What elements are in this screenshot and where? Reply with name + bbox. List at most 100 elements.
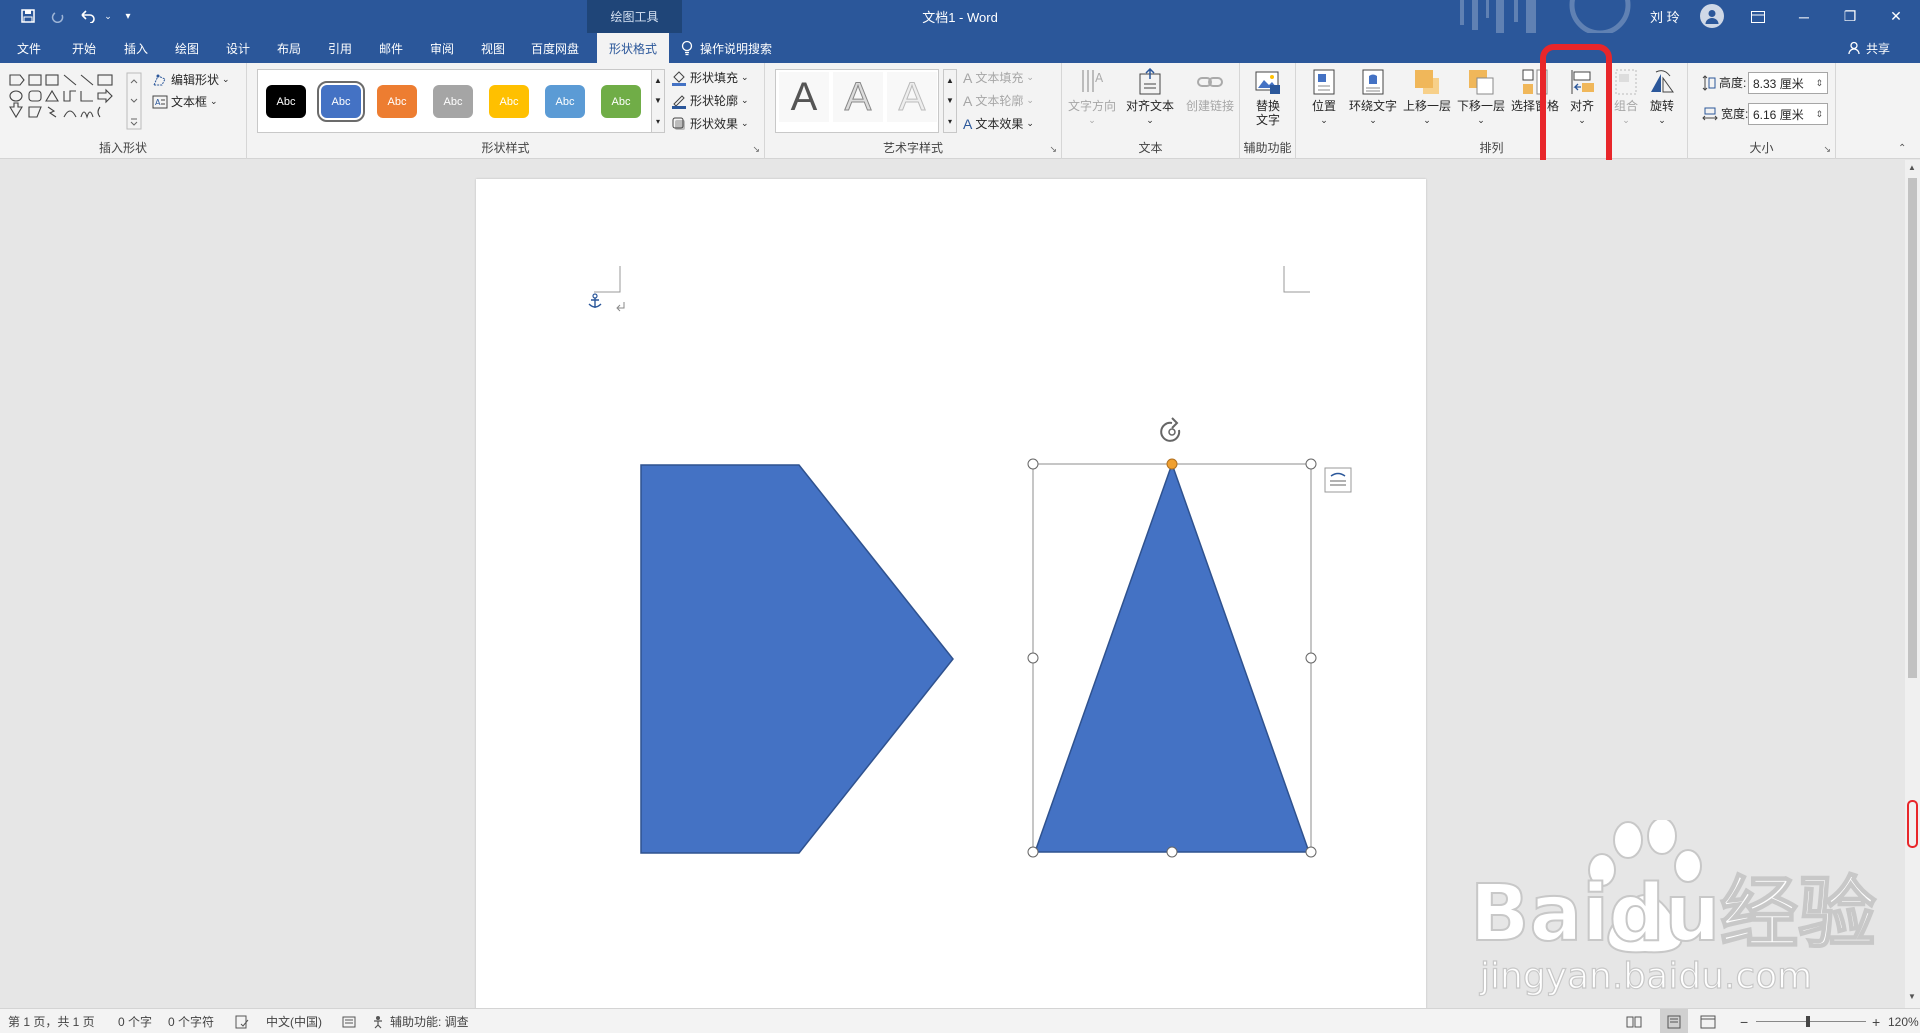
minimize-button[interactable]: ─ — [1781, 0, 1827, 33]
wordart-style[interactable]: A — [779, 72, 829, 122]
align-text-button[interactable]: 对齐文本 ⌄ — [1124, 67, 1176, 127]
close-button[interactable]: ✕ — [1873, 0, 1919, 33]
chevron-down-icon[interactable]: ▼ — [654, 96, 662, 105]
ribbon-display-options-icon[interactable] — [1735, 0, 1781, 33]
tab-mailings[interactable]: 邮件 — [369, 33, 413, 63]
language-indicator[interactable]: 中文(中国) — [266, 1009, 322, 1033]
zoom-out-button[interactable]: − — [1740, 1009, 1748, 1033]
share-button[interactable]: 共享 — [1848, 33, 1890, 63]
page-count[interactable]: 第 1 页，共 1 页 — [8, 1009, 95, 1033]
text-outline-button[interactable]: A 文本轮廓 ⌄ — [963, 92, 1034, 109]
spinner-icon[interactable]: ⇕ — [1815, 78, 1823, 89]
shape-style-swatch[interactable]: Abc — [433, 85, 473, 118]
create-link-button[interactable]: 创建链接 — [1182, 67, 1238, 113]
gallery-scroll-buttons[interactable]: ▲ ▼ ▾ — [651, 69, 665, 133]
chevron-up-icon[interactable]: ▲ — [654, 76, 662, 85]
rotate-button[interactable]: 旋转 ⌄ — [1638, 67, 1686, 127]
shape-style-swatch[interactable]: Abc — [489, 85, 529, 118]
zoom-in-button[interactable]: + — [1872, 1009, 1880, 1033]
resize-handle[interactable] — [1027, 458, 1039, 470]
zoom-slider-thumb[interactable] — [1806, 1016, 1810, 1027]
word-count[interactable]: 0 个字 — [118, 1009, 152, 1033]
tab-insert[interactable]: 插入 — [114, 33, 158, 63]
zoom-slider[interactable] — [1756, 1021, 1866, 1022]
shape-style-swatch[interactable]: Abc — [545, 85, 585, 118]
chevron-down-icon[interactable]: ▼ — [946, 96, 954, 105]
tab-file[interactable]: 文件 — [8, 33, 50, 63]
zoom-level[interactable]: 120% — [1888, 1009, 1919, 1033]
resize-handle[interactable] — [1305, 652, 1317, 664]
dialog-launcher-icon[interactable]: ↘ — [1823, 144, 1831, 155]
edit-shape-button[interactable]: 编辑形状 ⌄ — [152, 71, 230, 88]
triangle-shape[interactable] — [1033, 461, 1311, 853]
height-input[interactable]: 8.33 厘米 ⇕ — [1748, 72, 1828, 94]
tab-layout[interactable]: 布局 — [267, 33, 311, 63]
restore-button[interactable]: ❐ — [1827, 0, 1873, 33]
text-box-button[interactable]: A 文本框 ⌄ — [152, 93, 218, 110]
scroll-down-icon[interactable]: ▼ — [1908, 992, 1916, 1001]
print-layout-icon[interactable] — [1660, 1009, 1688, 1033]
resize-handle[interactable] — [1166, 846, 1178, 858]
shape-style-swatch[interactable]: Abc — [266, 85, 306, 118]
text-fill-button[interactable]: A 文本填充 ⌄ — [963, 69, 1034, 86]
macro-icon[interactable] — [342, 1009, 356, 1033]
tab-references[interactable]: 引用 — [318, 33, 362, 63]
resize-handle[interactable] — [1305, 846, 1317, 858]
shape-gallery-icon[interactable] — [8, 71, 144, 131]
shape-fill-button[interactable]: 形状填充 ⌄ — [671, 69, 749, 86]
gallery-scroll-buttons[interactable]: ▲ ▼ ▾ — [943, 69, 957, 133]
avatar[interactable] — [1700, 4, 1724, 28]
scroll-up-icon[interactable]: ▲ — [1908, 163, 1916, 172]
customize-qat-icon[interactable]: ▾ — [116, 4, 140, 28]
web-layout-icon[interactable] — [1700, 1009, 1716, 1033]
read-mode-icon[interactable] — [1626, 1009, 1642, 1033]
position-button[interactable]: 位置 ⌄ — [1300, 67, 1348, 127]
alt-text-button[interactable]: 替换 文字 — [1244, 67, 1292, 127]
text-direction-button[interactable]: A 文字方向 ⌄ — [1068, 67, 1116, 127]
tab-review[interactable]: 审阅 — [420, 33, 464, 63]
shape-style-swatch[interactable]: Abc — [377, 85, 417, 118]
proofing-icon[interactable] — [235, 1009, 249, 1033]
save-icon[interactable] — [16, 4, 40, 28]
more-icon[interactable]: ▾ — [656, 117, 660, 126]
resize-handle[interactable] — [1305, 458, 1317, 470]
group-label-arrange: 排列 — [1479, 141, 1504, 155]
tab-design[interactable]: 设计 — [216, 33, 260, 63]
send-backward-button[interactable]: 下移一层 ⌄ — [1454, 67, 1508, 127]
tab-draw[interactable]: 绘图 — [165, 33, 209, 63]
text-effects-button[interactable]: A 文本效果 ⌄ — [963, 115, 1034, 132]
tab-shape-format[interactable]: 形状格式 — [597, 33, 669, 63]
pentagon-shape[interactable] — [640, 464, 954, 854]
tab-view[interactable]: 视图 — [471, 33, 515, 63]
char-count[interactable]: 0 个字符 — [168, 1009, 214, 1033]
resize-handle[interactable] — [1027, 652, 1039, 664]
resize-handle[interactable] — [1027, 846, 1039, 858]
shape-style-swatch[interactable]: Abc — [317, 81, 365, 122]
shape-style-swatch[interactable]: Abc — [601, 85, 641, 118]
bring-forward-button[interactable]: 上移一层 ⌄ — [1400, 67, 1454, 127]
accessibility-checker[interactable]: 辅助功能: 调查 — [372, 1009, 469, 1033]
wordart-style[interactable]: A — [887, 72, 937, 122]
wordart-style[interactable]: A — [833, 72, 883, 122]
tab-baidu-netdisk[interactable]: 百度网盘 — [522, 33, 588, 63]
redo-icon[interactable] — [46, 4, 70, 28]
collapse-ribbon-icon[interactable]: ⌃ — [1898, 143, 1906, 154]
tell-me-search[interactable]: 操作说明搜索 — [680, 33, 772, 63]
vertical-scrollbar[interactable]: ▲ ▼ — [1905, 160, 1920, 1008]
width-input[interactable]: 6.16 厘米 ⇕ — [1748, 103, 1828, 125]
dialog-launcher-icon[interactable]: ↘ — [752, 144, 760, 155]
adjust-handle[interactable] — [1166, 458, 1178, 470]
more-icon[interactable]: ▾ — [948, 117, 952, 126]
wrap-text-button[interactable]: 环绕文字 ⌄ — [1346, 67, 1400, 127]
spinner-icon[interactable]: ⇕ — [1815, 109, 1823, 120]
document-page[interactable] — [476, 179, 1426, 1009]
rotate-handle-icon[interactable] — [1160, 417, 1181, 442]
shape-outline-button[interactable]: 形状轮廓 ⌄ — [671, 92, 749, 109]
chevron-up-icon[interactable]: ▲ — [946, 76, 954, 85]
user-name[interactable]: 刘 玲 — [1650, 0, 1680, 33]
layout-options-icon[interactable] — [1324, 467, 1352, 493]
tab-home[interactable]: 开始 — [62, 33, 106, 63]
scrollbar-thumb[interactable] — [1908, 178, 1917, 678]
shape-effects-button[interactable]: 形状效果 ⌄ — [671, 115, 749, 132]
dialog-launcher-icon[interactable]: ↘ — [1049, 144, 1057, 155]
